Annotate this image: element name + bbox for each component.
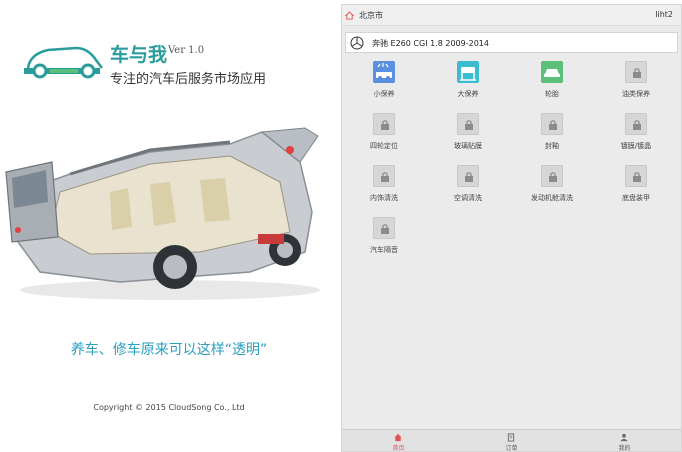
lock-icon [381, 172, 389, 182]
car-selector[interactable]: 奔驰 E260 CGI 1.8 2009-2014 [345, 32, 678, 53]
locked-service-icon [373, 113, 395, 135]
locked-service-icon [457, 165, 479, 187]
service-label: 大保养 [457, 90, 479, 98]
service-label: 镀膜/镀晶 [620, 142, 652, 150]
locked-service-icon [457, 113, 479, 135]
service-tile[interactable]: 汽车隔音 [342, 217, 426, 273]
tab-label: 我的 [618, 445, 631, 452]
copyright-text: Copyright © 2015 CloudSong Co., Ltd [93, 403, 245, 412]
car-model-label: 奔驰 E260 CGI 1.8 2009-2014 [372, 39, 489, 48]
car-wash-icon [373, 61, 395, 83]
lock-icon [633, 120, 641, 130]
locked-service-icon [541, 113, 563, 135]
service-label: 小保养 [373, 90, 395, 98]
lock-icon [381, 120, 389, 130]
service-label: 玻璃贴膜 [454, 142, 482, 150]
order-icon [507, 433, 515, 442]
service-label: 汽车隔音 [370, 246, 398, 254]
slogan: 养车、修车原来可以这样“透明” [70, 342, 268, 358]
mercedes-logo-icon [350, 36, 364, 50]
service-tile[interactable]: 底盘装甲 [594, 165, 678, 221]
tagline: 专注的汽车后服务市场应用 [110, 72, 267, 87]
service-tile[interactable]: 空调清洗 [426, 165, 510, 221]
username[interactable]: liht2 [655, 10, 673, 19]
service-label: 油类保养 [622, 90, 650, 98]
service-label: 轮胎 [545, 90, 559, 98]
car-lift-icon [457, 61, 479, 83]
service-tile[interactable]: 镀膜/镀晶 [594, 113, 678, 169]
service-tile[interactable]: 封釉 [510, 113, 594, 169]
locked-service-icon [541, 165, 563, 187]
lock-icon [633, 172, 641, 182]
top-bar: 北京市 liht2 [342, 5, 681, 26]
service-label: 空调清洗 [454, 194, 482, 202]
splash-screen: 车与我 Ver 1.0 专注的汽车后服务市场应用 养车、修车原来可以这样“透明”… [0, 0, 338, 452]
locked-service-icon [625, 113, 647, 135]
home-icon[interactable] [345, 11, 354, 20]
tire-car-icon [541, 61, 563, 83]
service-tile[interactable]: 发动机舱清洗 [510, 165, 594, 221]
bottom-tab-bar: 首页 订单 我的 [342, 429, 681, 452]
brand-logo-icon [24, 46, 103, 79]
service-tile[interactable]: 内饰清洗 [342, 165, 426, 221]
service-tile[interactable]: 小保养 [342, 61, 426, 117]
lock-icon [465, 120, 473, 130]
service-label: 底盘装甲 [622, 194, 650, 202]
city-selector[interactable]: 北京市 [359, 10, 383, 21]
service-label: 内饰清洗 [370, 194, 398, 202]
service-label: 发动机舱清洗 [531, 194, 573, 202]
locked-service-icon [625, 165, 647, 187]
service-tile[interactable]: 玻璃贴膜 [426, 113, 510, 169]
service-tile[interactable]: 轮胎 [510, 61, 594, 117]
tab-label: 首页 [392, 445, 405, 452]
lock-icon [549, 172, 557, 182]
tab-label: 订单 [505, 445, 518, 452]
service-label: 封釉 [545, 142, 559, 150]
locked-service-icon [373, 217, 395, 239]
locked-service-icon [625, 61, 647, 83]
service-tile[interactable]: 大保养 [426, 61, 510, 117]
tab-profile[interactable]: 我的 [568, 430, 681, 452]
lock-icon [465, 172, 473, 182]
lock-icon [381, 224, 389, 234]
locked-service-icon [373, 165, 395, 187]
app-home-screen: 北京市 liht2 奔驰 E260 CGI 1.8 2009-2014 小保养 大… [341, 4, 682, 452]
service-tile[interactable]: 四轮定位 [342, 113, 426, 169]
tab-order[interactable]: 订单 [455, 430, 568, 452]
profile-icon [620, 433, 628, 442]
service-tile[interactable]: 油类保养 [594, 61, 678, 117]
lock-icon [633, 68, 641, 78]
tab-home[interactable]: 首页 [342, 430, 455, 452]
screenshot-root: 车与我 Ver 1.0 专注的汽车后服务市场应用 养车、修车原来可以这样“透明”… [0, 0, 682, 452]
lock-icon [549, 120, 557, 130]
service-label: 四轮定位 [370, 142, 398, 150]
app-version: Ver 1.0 [168, 45, 205, 56]
car-illustration-image [5, 127, 320, 300]
home-icon [394, 433, 402, 442]
brand-name: 车与我 [110, 44, 168, 66]
